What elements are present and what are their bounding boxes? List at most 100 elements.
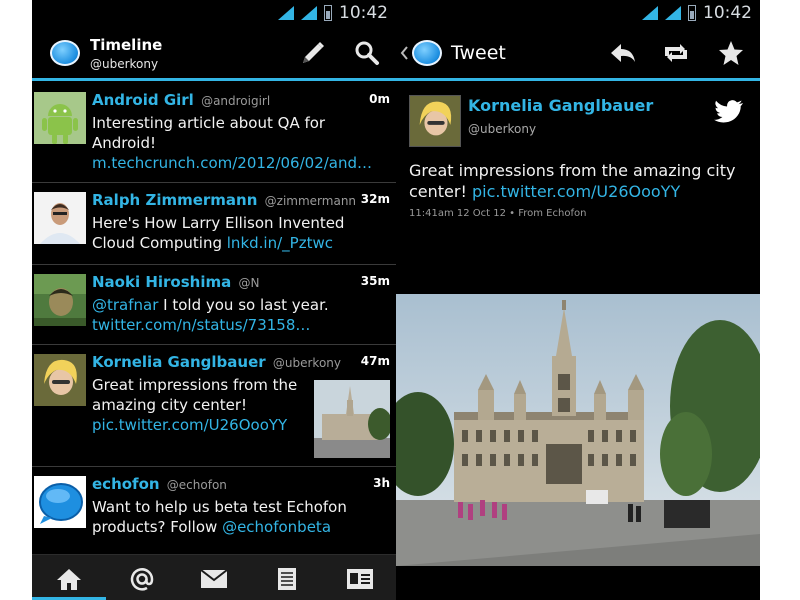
tab-lists[interactable] <box>267 565 307 593</box>
timeline-screen: 10:42 Timeline @uberkony Android Girl @a… <box>32 0 396 600</box>
status-bar: 10:42 <box>396 0 760 26</box>
tweet-link[interactable]: pic.twitter.com/U26OooYY <box>92 416 287 434</box>
avatar[interactable] <box>34 92 86 144</box>
tweet-time: 35m <box>360 274 390 288</box>
timeline-tweet[interactable]: Naoki Hiroshima @N 35m @trafnar I told y… <box>32 266 396 344</box>
home-icon <box>57 569 81 590</box>
echofon-app-icon <box>412 40 442 66</box>
profile-card-icon <box>347 569 373 589</box>
tweet-handle: @uberkony <box>272 356 341 370</box>
divider <box>32 466 396 467</box>
timeline-tweet[interactable]: echofon @echofon 3h Want to help us beta… <box>32 468 396 554</box>
tweet-handle: @echofon <box>166 478 227 492</box>
list-icon <box>278 568 296 590</box>
battery-icon <box>324 5 332 21</box>
timeline-tweet[interactable]: Kornelia Ganglbauer @uberkony 47m Great … <box>32 346 396 464</box>
tweet-text: @trafnar I told you so last year. twitte… <box>92 296 329 334</box>
tweet-handle: @N <box>238 276 260 290</box>
tweet-photo[interactable] <box>396 294 760 566</box>
tweet-author[interactable]: echofon @echofon <box>92 475 227 493</box>
cell-signal-icon <box>665 6 681 20</box>
tweet-author[interactable]: Naoki Hiroshima @N <box>92 273 259 291</box>
tweet-time: 32m <box>360 192 390 206</box>
action-bar-accent-line <box>396 78 760 81</box>
tweet-text: Want to help us beta test Echofon produc… <box>92 498 347 536</box>
tweet-detail-screen: 10:42 Tweet Kornelia Ganglbauer @uberkon… <box>396 0 760 600</box>
divider <box>32 264 396 265</box>
divider <box>32 344 396 345</box>
wifi-signal-icon <box>642 6 658 20</box>
man-portrait-icon <box>34 192 86 244</box>
avatar[interactable] <box>34 354 86 406</box>
tweet-author[interactable]: Android Girl @androigirl <box>92 91 270 109</box>
cell-signal-icon <box>301 6 317 20</box>
search-button[interactable] <box>350 36 384 70</box>
timeline-tweet[interactable]: Android Girl @androigirl 0m Interesting … <box>32 84 396 182</box>
pencil-icon <box>303 42 324 63</box>
retweet-button[interactable] <box>659 36 693 70</box>
tweet-link[interactable]: pic.twitter.com/U26OooYY <box>472 182 680 201</box>
tab-profile[interactable] <box>340 565 380 593</box>
man-portrait-green-icon <box>34 274 86 326</box>
tweet-photo-thumbnail[interactable] <box>314 380 392 458</box>
tweet-time: 0m <box>369 92 390 106</box>
tweet-time: 47m <box>360 354 390 368</box>
tweet-mention[interactable]: @echofonbeta <box>222 518 331 536</box>
avatar[interactable] <box>34 274 86 326</box>
at-mention-icon <box>130 568 154 591</box>
action-bar: Tweet <box>396 26 760 78</box>
favorite-button[interactable] <box>714 36 748 70</box>
wifi-signal-icon <box>278 6 294 20</box>
tweet-handle: @zimmermann <box>264 194 357 208</box>
android-robot-icon <box>34 92 86 144</box>
tweet-handle: @androigirl <box>201 94 271 108</box>
tab-messages[interactable] <box>194 565 234 593</box>
page-title: Timeline <box>90 36 163 54</box>
woman-portrait-icon <box>410 96 460 146</box>
reply-button[interactable] <box>606 36 640 70</box>
tab-mentions[interactable] <box>122 565 162 593</box>
status-clock: 10:42 <box>339 3 388 23</box>
tweet-link[interactable]: m.techcrunch.com/2012/06/02/and… <box>92 154 372 172</box>
account-subtitle: @uberkony <box>90 57 159 71</box>
retweet-icon <box>665 44 687 62</box>
tab-home[interactable] <box>49 565 89 593</box>
tweet-text: Here's How Larry Ellison Invented Cloud … <box>92 214 345 252</box>
author-name[interactable]: Kornelia Ganglbauer <box>468 96 653 115</box>
action-bar: Timeline @uberkony <box>32 26 396 78</box>
tweet-author[interactable]: Kornelia Ganglbauer @uberkony <box>92 353 341 371</box>
tweet-body: Great impressions from the amazing city … <box>409 161 736 201</box>
page-title: Tweet <box>451 42 506 64</box>
bottom-tab-bar <box>32 554 396 600</box>
woman-portrait-icon <box>34 354 86 406</box>
compose-button[interactable] <box>296 36 330 70</box>
author-handle: @uberkony <box>468 122 537 136</box>
echofon-app-icon[interactable] <box>50 40 80 66</box>
author-avatar[interactable] <box>409 95 461 147</box>
timeline-tweet[interactable]: Ralph Zimmermann @zimmermann 32m Here's … <box>32 184 396 264</box>
avatar[interactable] <box>34 476 86 528</box>
status-clock: 10:42 <box>703 3 752 23</box>
tweet-text: Interesting article about QA for Android… <box>92 114 373 172</box>
battery-icon <box>688 5 696 21</box>
tweet-mention[interactable]: @trafnar <box>92 296 158 314</box>
tweet-meta: 11:41am 12 Oct 12 • From Echofon <box>409 208 587 219</box>
tweet-author[interactable]: Ralph Zimmermann @zimmermann <box>92 191 356 209</box>
avatar[interactable] <box>34 192 86 244</box>
back-up-button[interactable] <box>396 34 448 72</box>
city-hall-thumbnail <box>314 380 392 458</box>
mail-icon <box>200 569 228 588</box>
tweet-link[interactable]: twitter.com/n/status/73158… <box>92 316 310 334</box>
tweet-time: 3h <box>373 476 390 490</box>
tweet-link[interactable]: lnkd.in/_Pztwc <box>227 234 333 252</box>
chevron-left-icon <box>400 46 408 60</box>
twitter-bird-icon <box>714 100 744 130</box>
reply-icon <box>611 44 635 62</box>
star-icon <box>719 41 743 65</box>
tweet-text: Great impressions from the amazing city … <box>92 376 298 434</box>
status-bar: 10:42 <box>32 0 396 26</box>
city-hall-photo <box>396 294 760 566</box>
search-icon <box>355 41 379 65</box>
echofon-logo-icon <box>34 476 86 528</box>
action-bar-accent-line <box>32 78 396 81</box>
